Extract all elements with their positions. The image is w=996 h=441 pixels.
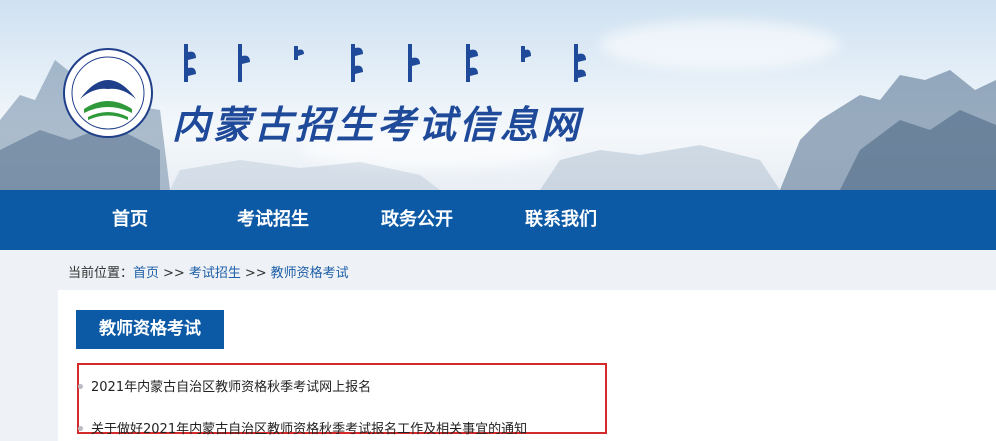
site-title: 内蒙古招生考试信息网 xyxy=(172,102,583,147)
emblem-logo-icon xyxy=(63,48,153,138)
main-navigation: 首页 考试招生 政务公开 联系我们 xyxy=(0,190,996,250)
nav-item-contact-us[interactable]: 联系我们 xyxy=(525,190,597,250)
header-banner: 内蒙古招生考试信息网 xyxy=(0,0,996,190)
section-title: 教师资格考试 xyxy=(76,310,224,349)
bullet-icon xyxy=(78,426,83,431)
breadcrumb-separator: >> xyxy=(163,266,185,281)
nav-item-government-affairs[interactable]: 政务公开 xyxy=(381,190,453,250)
breadcrumb-separator: >> xyxy=(244,266,267,281)
mongolian-script-title xyxy=(184,44,586,82)
breadcrumb-link-home[interactable]: 首页 xyxy=(133,266,159,281)
breadcrumb-link-teacher-qualification[interactable]: 教师资格考试 xyxy=(271,266,349,281)
list-item[interactable]: 关于做好2021年内蒙古自治区教师资格秋季考试报名工作及相关事宜的通知 xyxy=(78,418,527,437)
main-content: 教师资格考试 2021年内蒙古自治区教师资格秋季考试网上报名 关于做好2021年… xyxy=(58,290,996,441)
breadcrumb-link-exam-admission[interactable]: 考试招生 xyxy=(189,266,241,281)
bullet-icon xyxy=(78,384,83,389)
nav-item-exam-admission[interactable]: 考试招生 xyxy=(237,190,309,250)
breadcrumb: 当前位置：首页 >> 考试招生 >> 教师资格考试 xyxy=(68,262,349,281)
breadcrumb-prefix: 当前位置： xyxy=(68,266,134,281)
nav-item-home[interactable]: 首页 xyxy=(112,190,148,250)
list-item-title[interactable]: 2021年内蒙古自治区教师资格秋季考试网上报名 xyxy=(91,380,371,395)
list-item-title[interactable]: 关于做好2021年内蒙古自治区教师资格秋季考试报名工作及相关事宜的通知 xyxy=(91,422,527,437)
list-item[interactable]: 2021年内蒙古自治区教师资格秋季考试网上报名 xyxy=(78,376,371,395)
